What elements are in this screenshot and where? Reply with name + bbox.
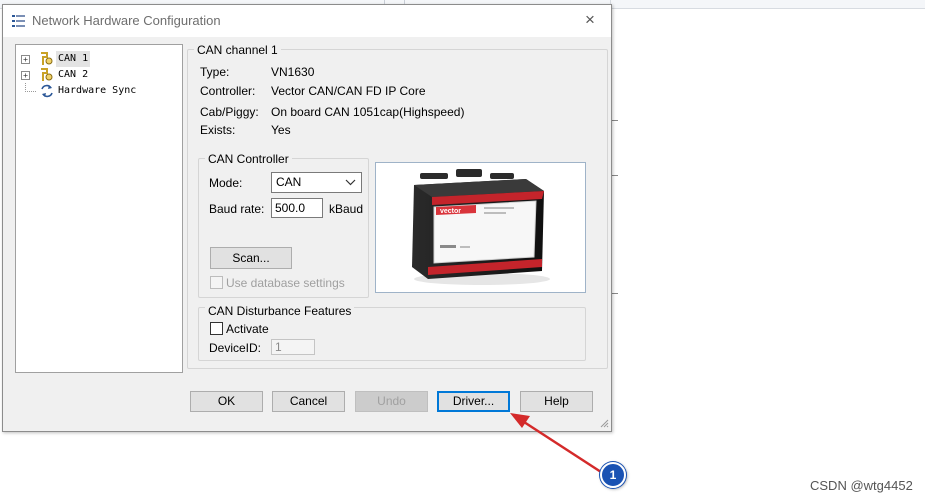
background-tick (612, 120, 618, 121)
controller-label: Controller: (200, 84, 256, 98)
scan-button[interactable]: Scan... (210, 247, 292, 269)
device-id-label: DeviceID: (209, 341, 262, 355)
type-label: Type: (200, 65, 230, 79)
baud-rate-label: Baud rate: (209, 202, 265, 216)
cab-piggy-label: Cab/Piggy: (200, 105, 259, 119)
group-title: CAN channel 1 (194, 43, 281, 57)
dialog-app-icon (12, 14, 26, 31)
sync-icon (40, 84, 54, 104)
channel-tree[interactable]: + CAN 1 + CAN 2 Hardware Sync (15, 44, 183, 373)
ok-button[interactable]: OK (190, 391, 263, 412)
vn1630-device-icon: vector (412, 169, 550, 285)
exists-value: Yes (271, 123, 291, 137)
baud-rate-input[interactable]: 500.0 (271, 198, 323, 218)
expand-icon[interactable]: + (21, 71, 30, 80)
device-brand-text: vector (440, 208, 461, 215)
cab-piggy-value: On board CAN 1051cap(Highspeed) (271, 105, 465, 119)
tree-item-label: CAN 1 (56, 51, 91, 67)
can-disturbance-title: CAN Disturbance Features (205, 304, 355, 318)
type-value: VN1630 (271, 65, 315, 79)
activate-label: Activate (226, 322, 269, 336)
undo-button[interactable]: Undo (355, 391, 428, 412)
activate-checkbox[interactable] (210, 322, 223, 335)
close-icon[interactable]: × (585, 10, 595, 30)
use-database-checkbox[interactable] (210, 276, 223, 289)
cancel-button[interactable]: Cancel (272, 391, 345, 412)
can-controller-title: CAN Controller (205, 152, 292, 166)
watermark: CSDN @wtg4452 (810, 478, 913, 493)
tree-connector (25, 83, 36, 92)
background-tick (612, 293, 618, 294)
dialog-titlebar: Network Hardware Configuration × (3, 5, 611, 37)
dialog-title: Network Hardware Configuration (32, 13, 221, 28)
exists-label: Exists: (200, 123, 236, 137)
mode-label: Mode: (209, 176, 243, 190)
background-tick (612, 175, 618, 176)
expand-icon[interactable]: + (21, 55, 30, 64)
annotation-badge: 1 (600, 462, 626, 488)
use-database-label: Use database settings (226, 276, 345, 290)
mode-select[interactable]: CAN (271, 172, 362, 193)
mode-selected-value: CAN (276, 175, 302, 189)
device-id-field[interactable]: 1 (271, 339, 315, 355)
tree-item-label: CAN 2 (58, 69, 89, 80)
controller-value: Vector CAN/CAN FD IP Core (271, 84, 426, 98)
network-hardware-config-dialog: Network Hardware Configuration × + CAN 1… (2, 4, 612, 432)
device-image: vector (375, 162, 586, 293)
chevron-down-icon (345, 173, 356, 199)
baud-unit-label: kBaud (329, 202, 364, 216)
tree-item-label: Hardware Sync (58, 85, 137, 96)
